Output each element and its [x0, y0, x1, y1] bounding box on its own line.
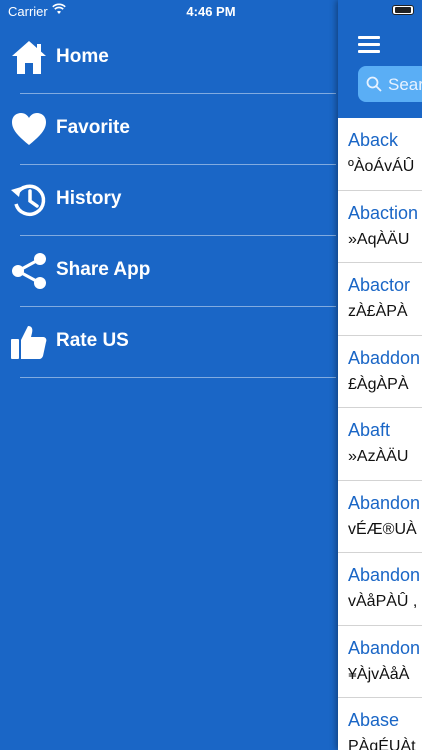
list-item[interactable]: Abaction »AqÀÄU — [338, 191, 422, 263]
menu-item-label: Favorite — [56, 117, 130, 138]
word-meaning: vÀåPÀÛ , — [348, 593, 418, 610]
list-item[interactable]: Aback ºÀoÁvÁÛ — [338, 118, 422, 191]
dictionary-panel: Search Aback ºÀoÁvÁÛ Abaction »AqÀÄU Aba… — [338, 0, 422, 750]
home-icon — [12, 41, 46, 74]
list-item[interactable]: Abase PÀqÉUÀt — [338, 698, 422, 750]
word-meaning: ¥ÀjvÀåÀ — [348, 665, 410, 683]
word-title: Abandon — [348, 492, 421, 513]
word-meaning: »AqÀÄU — [348, 230, 410, 248]
heart-icon — [12, 113, 46, 145]
word-title: Abaft — [348, 420, 391, 440]
word-title: Abandon — [348, 637, 421, 658]
thumbs-up-icon — [11, 326, 47, 359]
clock: 4:46 PM — [186, 4, 236, 19]
list-item[interactable]: Abandon vÀåPÀÛ , — [338, 553, 422, 626]
search-icon — [366, 76, 382, 92]
menu-item-rate-us[interactable]: Rate US — [0, 306, 336, 378]
battery-icon — [392, 5, 414, 15]
divider — [20, 377, 336, 378]
word-meaning: zÀ£ÀPÀ — [348, 303, 408, 320]
list-item[interactable]: Abaddon £ÀgÀPÀ — [338, 336, 422, 408]
menu-item-history[interactable]: History — [0, 164, 336, 236]
menu-item-label: Home — [56, 46, 109, 67]
word-meaning: »AzÀÄU — [348, 448, 409, 465]
side-menu: Home Favorite History Share App Rate US — [0, 22, 336, 378]
menu-item-favorite[interactable]: Favorite — [0, 93, 336, 165]
menu-item-share-app[interactable]: Share App — [0, 235, 336, 307]
menu-item-label: Share App — [56, 259, 151, 280]
share-icon — [12, 253, 46, 289]
word-title: Abaction — [348, 202, 419, 223]
search-bar[interactable]: Search — [358, 66, 422, 102]
word-title: Abaddon — [348, 347, 421, 368]
word-title: Abactor — [348, 275, 411, 295]
search-input[interactable]: Search — [388, 75, 422, 95]
word-list: Aback ºÀoÁvÁÛ Abaction »AqÀÄU Abactor zÀ… — [338, 118, 422, 750]
word-meaning: PÀqÉUÀt — [348, 738, 416, 750]
menu-item-home[interactable]: Home — [0, 22, 336, 94]
word-meaning: vÉÆ®UÀ — [348, 520, 417, 538]
word-meaning: £ÀgÀPÀ — [348, 375, 409, 393]
status-bar: Carrier 4:46 PM — [0, 0, 422, 22]
hamburger-menu-icon[interactable] — [358, 36, 380, 53]
word-title: Abandon — [348, 565, 421, 585]
list-item[interactable]: Abaft »AzÀÄU — [338, 408, 422, 481]
word-title: Abase — [348, 710, 400, 730]
word-meaning: ºÀoÁvÁÛ — [348, 158, 415, 175]
word-title: Aback — [348, 130, 399, 150]
list-item[interactable]: Abandon vÉÆ®UÀ — [338, 481, 422, 553]
list-item[interactable]: Abandon ¥ÀjvÀåÀ — [338, 626, 422, 698]
menu-item-label: Rate US — [56, 330, 129, 351]
list-item[interactable]: Abactor zÀ£ÀPÀ — [338, 263, 422, 336]
history-icon — [11, 184, 46, 217]
menu-item-label: History — [56, 188, 122, 209]
